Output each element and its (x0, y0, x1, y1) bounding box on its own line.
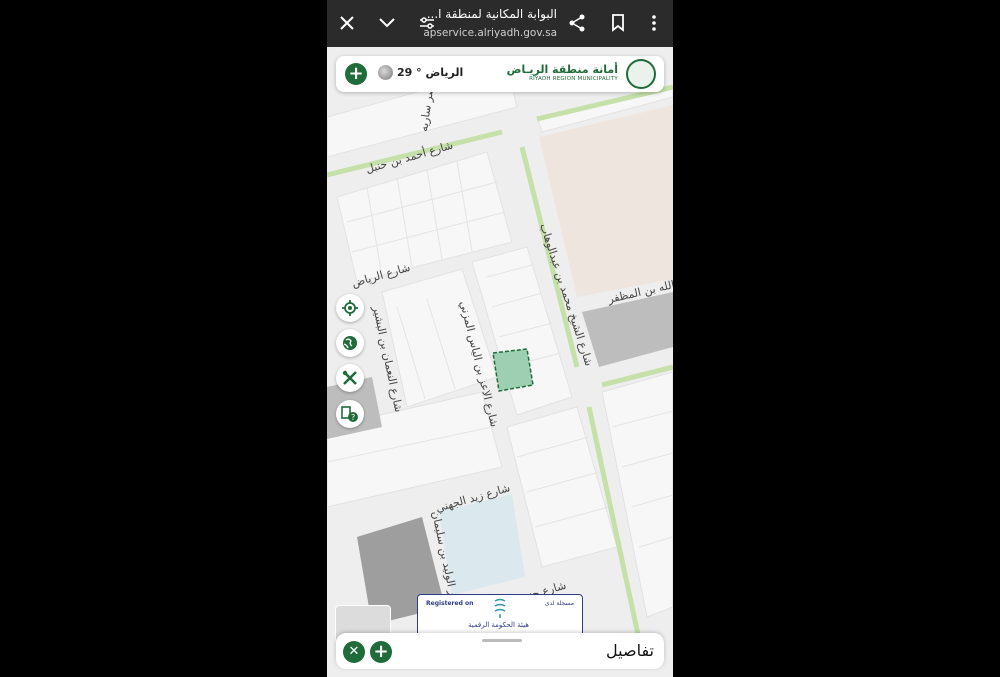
selected-parcel[interactable] (492, 348, 534, 392)
add-button[interactable]: + (345, 63, 367, 85)
municipality-seal-icon (626, 59, 656, 89)
phone-screen: البوابة المكانية لمنطقة ا... apservice.a… (327, 0, 673, 677)
chevron-down-icon[interactable] (375, 11, 399, 35)
page-url[interactable]: apservice.alriyadh.gov.sa (407, 27, 557, 39)
registered-ar-text: مسجلة لدى (544, 600, 574, 607)
sheet-title: تفاصيل (606, 641, 654, 660)
header-bar: + الرياض ° 29 أمانة منطقة الريـاض RIYADH… (336, 56, 664, 92)
svg-text:?: ? (351, 413, 355, 422)
drag-handle[interactable] (482, 639, 522, 642)
dga-logo-icon (494, 598, 506, 618)
bookmark-icon[interactable] (606, 11, 630, 35)
registered-on-text: Registered on (426, 600, 474, 607)
moon-icon (378, 65, 393, 80)
authority-text: هيئة الحكومة الرقمية (468, 621, 529, 629)
details-sheet[interactable]: ✕ + تفاصيل (336, 633, 664, 669)
book-help-icon: ? (341, 406, 358, 422)
logo-arabic: أمانة منطقة الريـاض (506, 63, 618, 76)
globe-icon (343, 336, 357, 350)
crosshair-icon (342, 300, 358, 316)
share-icon[interactable] (565, 11, 589, 35)
browser-toolbar: البوابة المكانية لمنطقة ا... apservice.a… (327, 0, 673, 47)
map-view[interactable]: مصر ساريه شارع أحمد بن حنبل شارع الرياض … (327, 47, 673, 677)
close-icon[interactable] (335, 11, 359, 35)
municipality-logo-text: أمانة منطقة الريـاض RIYADH REGION MUNICI… (507, 63, 618, 82)
tools-button[interactable] (336, 364, 364, 392)
page-title: البوابة المكانية لمنطقة ا... (426, 7, 557, 21)
help-guide-button[interactable]: ? (336, 400, 364, 428)
weather-text: الرياض ° 29 (397, 66, 464, 79)
logo-english: RIYADH REGION MUNICIPALITY (529, 76, 618, 82)
add-details-button[interactable]: + (370, 641, 392, 663)
close-sheet-button[interactable]: ✕ (343, 641, 365, 663)
registered-badge: Registered on مسجلة لدى هيئة الحكومة الر… (417, 594, 583, 636)
locate-me-button[interactable] (336, 294, 364, 322)
tools-icon (342, 370, 357, 385)
more-options-icon[interactable] (642, 11, 666, 35)
weather-widget[interactable]: الرياض ° 29 (378, 65, 463, 80)
basemap-button[interactable] (336, 329, 364, 357)
